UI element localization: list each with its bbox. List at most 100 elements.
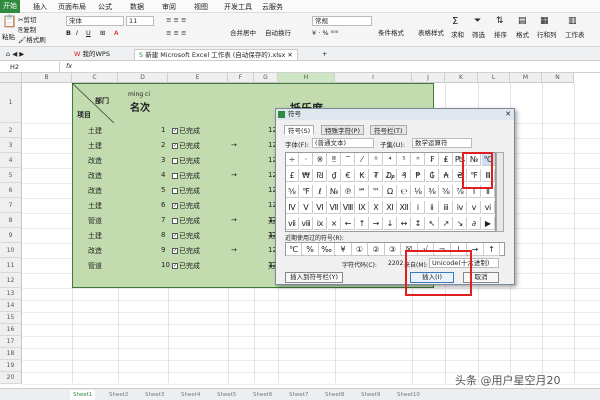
symbol-cell[interactable]: ⅰ <box>412 201 425 214</box>
symbol-cell[interactable]: £ <box>286 169 299 182</box>
font-select[interactable]: (普通文本) <box>312 138 374 148</box>
status-checkbox[interactable]: ✓ 已完成 <box>172 141 200 151</box>
symbol-cell[interactable]: ™ <box>370 185 383 198</box>
recent-symbol[interactable]: ① <box>352 243 368 256</box>
symbol-cell[interactable]: ₪ <box>314 169 327 182</box>
symbol-cell[interactable]: ₭ <box>356 169 369 182</box>
sheet-tab[interactable]: Sheet1 <box>70 390 96 400</box>
checkbox-checked-icon[interactable]: ✓ <box>172 233 178 239</box>
row-header[interactable]: 3 <box>0 138 22 153</box>
row-header[interactable]: 7 <box>0 198 22 213</box>
symbol-cell[interactable]: ℠ <box>356 185 369 198</box>
symbol-cell[interactable]: ℉ <box>300 185 313 198</box>
row-header[interactable]: 15 <box>0 312 22 324</box>
column-header-c[interactable]: C <box>72 73 118 83</box>
column-header-g[interactable]: G <box>254 73 278 83</box>
symbol-cell[interactable]: ⅳ <box>454 201 467 214</box>
status-checkbox[interactable]: ✓ 已完成 <box>172 246 200 256</box>
tab-data[interactable]: 数据 <box>130 2 144 12</box>
symbol-cell[interactable]: ⅲ <box>440 201 453 214</box>
filter-button[interactable]: 筛选 <box>472 31 485 40</box>
font-color-icon[interactable]: A <box>114 29 118 38</box>
checkbox-checked-icon[interactable]: ✓ <box>172 263 178 269</box>
font-name-select[interactable]: 宋体 <box>66 16 124 26</box>
recent-symbol[interactable]: ¥ <box>335 243 352 256</box>
status-checkbox[interactable]: ✓ 已完成 <box>172 201 200 211</box>
table-style-button[interactable]: 表格样式 <box>418 29 444 38</box>
symbol-cell[interactable]: ₰ <box>398 169 411 182</box>
symbol-cell[interactable]: ⅜ <box>426 185 439 198</box>
status-checkbox[interactable]: 已完成 <box>172 156 200 166</box>
sheet-tab[interactable]: Sheet7 <box>286 390 311 400</box>
checkbox-empty-icon[interactable] <box>172 158 178 164</box>
symbol-cell[interactable]: ₩ <box>300 169 313 182</box>
tab-insert[interactable]: 插入 <box>33 2 47 12</box>
checkbox-empty-icon[interactable] <box>172 188 178 194</box>
close-icon[interactable]: ✕ <box>285 51 292 59</box>
row-header[interactable]: 2 <box>0 123 22 138</box>
status-checkbox[interactable]: 已完成 <box>172 186 200 196</box>
filter-icon[interactable]: ⏷ <box>474 17 481 26</box>
new-tab-button[interactable]: + <box>318 49 331 60</box>
symbol-cell[interactable]: ‾ <box>342 153 355 166</box>
row-header[interactable]: 8 <box>0 213 22 228</box>
symbol-cell[interactable]: ₲ <box>426 169 439 182</box>
symbol-cell[interactable]: ⁄ <box>356 153 369 166</box>
symbol-cell[interactable]: Ω <box>384 185 397 198</box>
corner-cell[interactable] <box>0 73 22 83</box>
tab-workbook[interactable]: S 新建 Microsoft Excel 工作表 (自动保存的).xlsx ✕ <box>134 49 298 60</box>
status-checkbox[interactable]: ✓ 已完成 <box>172 261 200 271</box>
tab-view[interactable]: 视图 <box>194 2 208 12</box>
paste-button[interactable]: 粘贴 <box>2 33 15 42</box>
symbol-cell[interactable]: ⅴ <box>468 201 481 214</box>
currency-icons[interactable]: ¥ · % ⁰⁰⁰ <box>312 29 338 38</box>
tab-page-layout[interactable]: 页面布局 <box>58 2 86 12</box>
format-icon[interactable]: ▤ <box>518 17 527 26</box>
tab-special-chars[interactable]: 特殊字符(P) <box>321 125 364 135</box>
symbol-cell[interactable]: ↑ <box>356 217 369 230</box>
symbol-cell[interactable]: ⁴ <box>384 153 397 166</box>
row-header[interactable]: 4 <box>0 153 22 168</box>
tab-symbol-bar[interactable]: 符号栏(T) <box>370 125 407 135</box>
symbol-cell[interactable]: ※ <box>314 153 327 166</box>
column-header-f[interactable]: F <box>228 73 254 83</box>
row-header[interactable]: 14 <box>0 300 22 312</box>
symbol-cell[interactable]: ₮ <box>370 169 383 182</box>
row-header[interactable]: 10 <box>0 243 22 258</box>
symbol-cell[interactable]: ↖ <box>426 217 439 230</box>
symbol-cell[interactable]: → <box>370 217 383 230</box>
symbol-cell[interactable]: ₤ <box>440 153 453 166</box>
symbol-cell[interactable]: Ⅹ <box>370 201 383 214</box>
symbol-cell[interactable]: ₱ <box>412 169 425 182</box>
recent-symbol[interactable]: ‰ <box>319 243 335 256</box>
column-header-l[interactable]: L <box>478 73 510 83</box>
symbol-cell[interactable]: ‼ <box>328 153 341 166</box>
checkbox-empty-icon[interactable] <box>172 218 178 224</box>
symbol-cell[interactable]: ↕ <box>412 217 425 230</box>
tab-symbols[interactable]: 符号(S) <box>284 125 315 135</box>
checkbox-checked-icon[interactable]: ✓ <box>172 248 178 254</box>
symbol-cell[interactable]: ⁵ <box>398 153 411 166</box>
symbol-cell[interactable]: ℮ <box>398 185 411 198</box>
row-header[interactable]: 5 <box>0 168 22 183</box>
column-header-n[interactable]: N <box>542 73 574 83</box>
recent-symbol[interactable]: % <box>302 243 319 256</box>
copy-button[interactable]: ⎘复制 <box>18 26 36 35</box>
symbol-cell[interactable]: ℓ <box>314 185 327 198</box>
symbol-cell[interactable]: ₫ <box>328 169 341 182</box>
format-button[interactable]: 格式 <box>516 31 529 40</box>
column-header-b[interactable]: B <box>22 73 72 83</box>
tab-formulas[interactable]: 公式 <box>98 2 112 12</box>
symbol-cell[interactable]: Ⅺ <box>384 201 397 214</box>
symbol-cell[interactable]: ⅷ <box>300 217 313 230</box>
char-code-value[interactable]: 2202 <box>388 260 403 267</box>
row-header[interactable]: 11 <box>0 258 22 273</box>
fx-icon[interactable]: fx <box>66 62 72 71</box>
row-header[interactable]: 18 <box>0 348 22 360</box>
status-checkbox[interactable]: 已完成 <box>172 216 200 226</box>
column-header-e[interactable]: E <box>168 73 228 83</box>
symbol-cell[interactable]: ⅝ <box>440 185 453 198</box>
symbol-cell[interactable]: ₣ <box>426 153 439 166</box>
symbol-cell[interactable]: ⁰ <box>370 153 383 166</box>
underline-button[interactable]: U <box>86 29 91 38</box>
